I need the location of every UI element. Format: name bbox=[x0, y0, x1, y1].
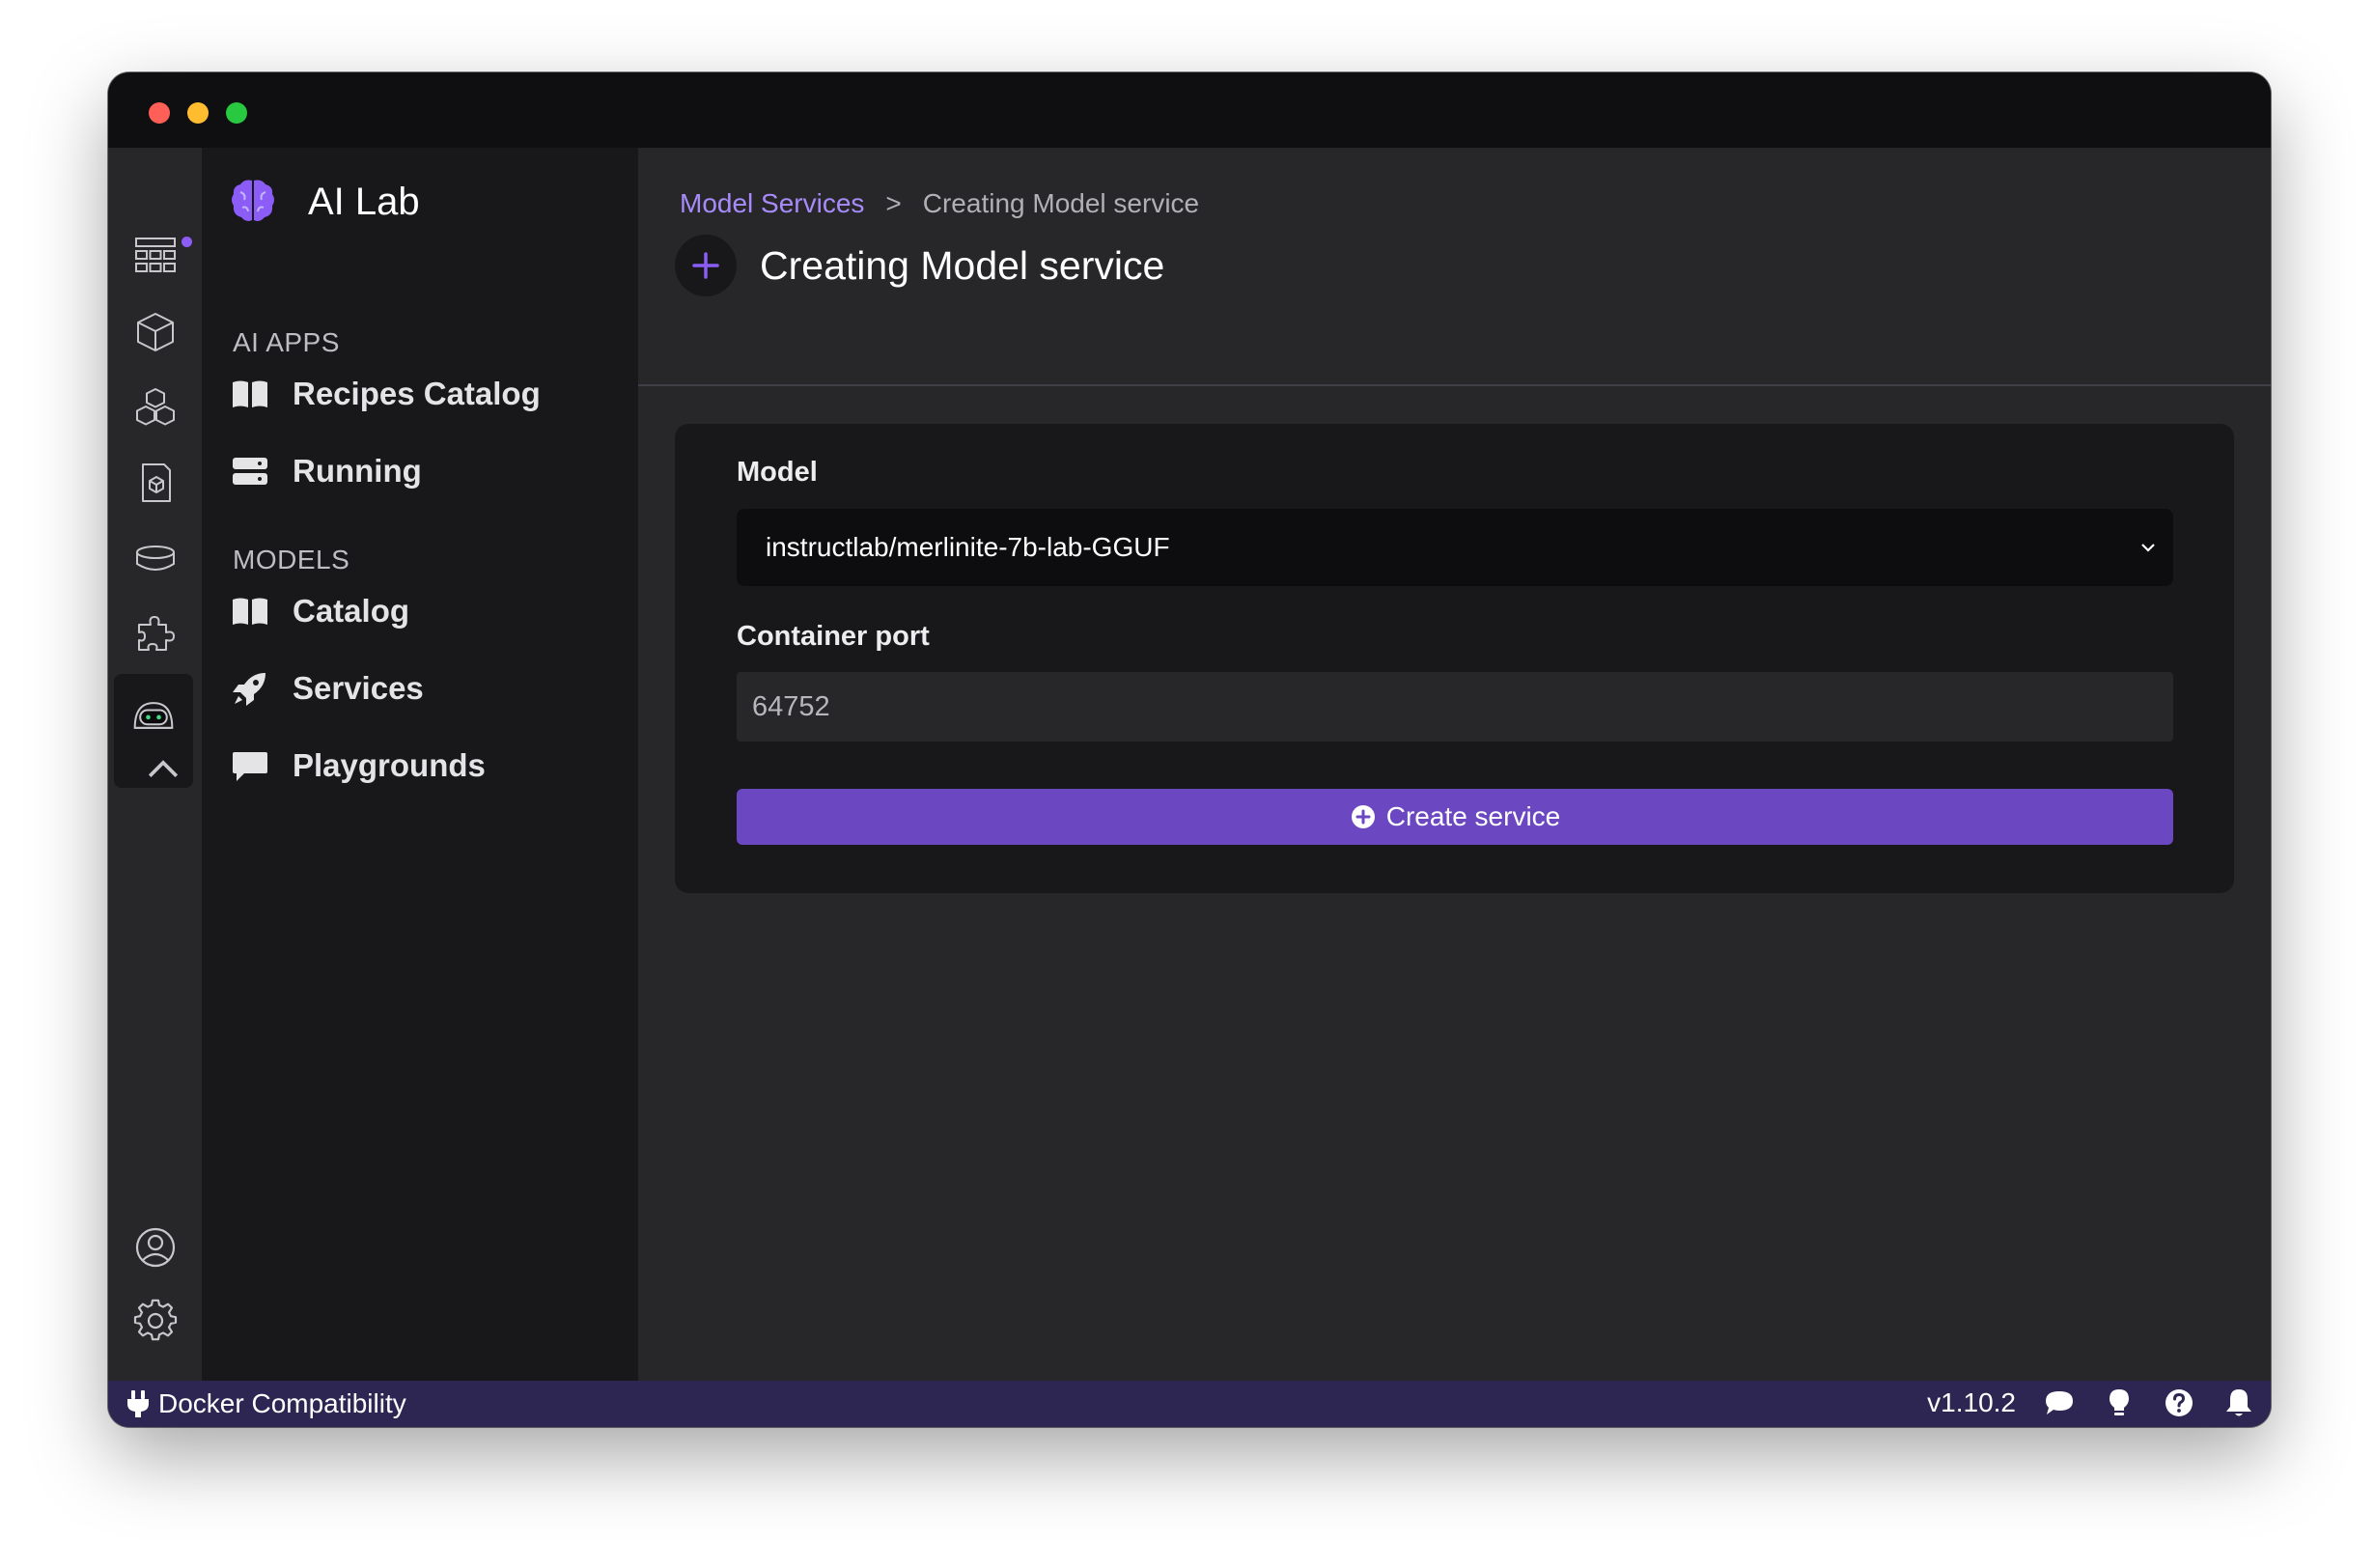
chevron-up-icon[interactable] bbox=[141, 746, 179, 777]
nav-item-recipes-catalog[interactable]: Recipes Catalog bbox=[231, 370, 541, 418]
navigation-panel: AI Lab AI APPS Recipes Catalog Running M… bbox=[202, 148, 638, 1381]
nav-item-playgrounds[interactable]: Playgrounds bbox=[231, 742, 486, 790]
model-select[interactable]: instructlab/merlinite-7b-lab-GGUF bbox=[737, 509, 2173, 586]
server-icon bbox=[231, 452, 269, 490]
page-title: Creating Model service bbox=[760, 242, 1165, 288]
container-cube-icon[interactable] bbox=[133, 310, 178, 354]
icon-sidebar bbox=[108, 148, 202, 1381]
book-open-icon bbox=[231, 375, 269, 413]
image-icon[interactable] bbox=[133, 461, 178, 505]
create-service-label: Create service bbox=[1385, 801, 1561, 831]
nav-item-catalog[interactable]: Catalog bbox=[231, 587, 409, 635]
header-divider bbox=[638, 384, 2271, 386]
docker-compatibility-label: Docker Compatibility bbox=[158, 1388, 406, 1418]
breadcrumb-separator: > bbox=[885, 188, 902, 218]
message-icon bbox=[231, 746, 269, 785]
plug-icon bbox=[127, 1390, 149, 1417]
plus-icon bbox=[675, 235, 737, 296]
close-window-button[interactable] bbox=[149, 102, 170, 124]
container-port-label: Container port bbox=[737, 621, 930, 652]
nav-item-services[interactable]: Services bbox=[231, 664, 424, 713]
maximize-window-button[interactable] bbox=[226, 102, 247, 124]
nav-item-running[interactable]: Running bbox=[231, 447, 422, 495]
model-label: Model bbox=[737, 457, 818, 488]
extensions-puzzle-icon[interactable] bbox=[133, 611, 178, 656]
breadcrumb: Model Services > Creating Model service bbox=[680, 188, 1199, 219]
container-port-input[interactable] bbox=[737, 672, 2173, 742]
version-label[interactable]: v1.10.2 bbox=[1927, 1387, 2016, 1418]
status-bar: Docker Compatibility v1.10.2 bbox=[108, 1381, 2271, 1427]
minimize-window-button[interactable] bbox=[187, 102, 209, 124]
section-models: MODELS bbox=[233, 545, 350, 574]
breadcrumb-current: Creating Model service bbox=[922, 188, 1200, 218]
chevron-down-icon bbox=[2137, 536, 2160, 559]
create-service-button[interactable]: Create service bbox=[737, 789, 2173, 845]
lightbulb-icon[interactable] bbox=[2103, 1386, 2136, 1419]
ai-lab-robot-icon[interactable] bbox=[131, 693, 180, 732]
model-select-value: instructlab/merlinite-7b-lab-GGUF bbox=[766, 532, 1170, 562]
notification-bell-icon[interactable] bbox=[2222, 1386, 2255, 1419]
brain-logo-icon bbox=[229, 177, 277, 225]
settings-gear-icon[interactable] bbox=[133, 1299, 178, 1343]
status-bar-right: v1.10.2 bbox=[1927, 1386, 2255, 1419]
page-header: Creating Model service bbox=[675, 235, 1164, 296]
section-ai-apps: AI APPS bbox=[233, 327, 340, 357]
account-icon[interactable] bbox=[133, 1225, 178, 1270]
main-content: Model Services > Creating Model service … bbox=[638, 148, 2271, 1381]
dashboard-icon[interactable] bbox=[133, 235, 178, 279]
app-window: AI Lab AI APPS Recipes Catalog Running M… bbox=[108, 72, 2271, 1427]
feedback-chat-icon[interactable] bbox=[2043, 1386, 2076, 1419]
title-bar bbox=[108, 72, 2271, 148]
plus-circle-icon bbox=[1350, 803, 1377, 830]
book-open-icon bbox=[231, 592, 269, 630]
pods-icon[interactable] bbox=[133, 385, 178, 430]
help-icon[interactable] bbox=[2163, 1386, 2195, 1419]
docker-compatibility-button[interactable]: Docker Compatibility bbox=[126, 1388, 406, 1419]
rocket-icon bbox=[231, 669, 269, 708]
create-service-form: Model instructlab/merlinite-7b-lab-GGUF … bbox=[675, 424, 2234, 893]
volume-icon[interactable] bbox=[133, 536, 178, 580]
app-title: AI Lab bbox=[308, 181, 420, 223]
notification-dot bbox=[182, 237, 192, 247]
breadcrumb-link-model-services[interactable]: Model Services bbox=[680, 188, 864, 219]
